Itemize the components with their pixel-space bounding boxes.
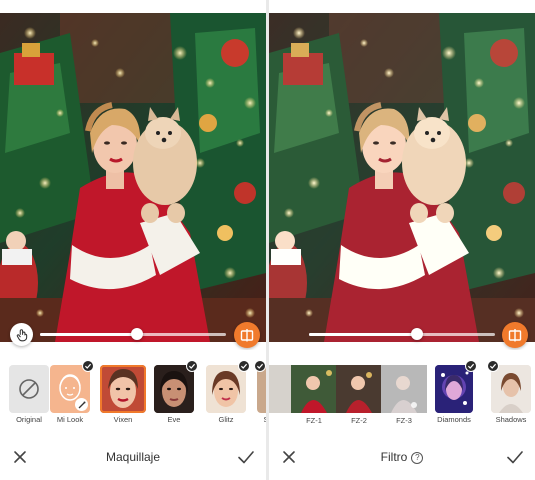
option-label: Shadows <box>495 415 527 424</box>
help-icon[interactable]: ? <box>411 452 424 464</box>
checkmark-badge-icon <box>238 360 250 372</box>
intensity-slider[interactable] <box>309 328 495 340</box>
no-effect-icon <box>19 379 39 399</box>
slider-thumb[interactable] <box>130 328 143 340</box>
diamonds-image <box>435 365 473 413</box>
slider-fill <box>40 333 137 336</box>
filter-options-strip[interactable]: FZ-1 FZ-2 FZ-3 Diamonds Shadows <box>269 350 535 434</box>
fz-group-band <box>269 365 427 413</box>
original-thumb <box>9 365 49 413</box>
eve-thumb <box>154 365 194 413</box>
shadows-thumb <box>491 365 531 413</box>
hand-touch-icon[interactable] <box>10 323 33 346</box>
filter-panel: FZ-1 FZ-2 FZ-3 Diamonds Shadows Filtro ? <box>269 0 535 480</box>
option-eve[interactable]: Eve <box>154 360 198 424</box>
checkmark-icon[interactable] <box>505 447 525 467</box>
photo-preview[interactable] <box>0 13 266 342</box>
photo-preview[interactable] <box>269 13 535 342</box>
bottom-bar: Filtro? <box>269 434 535 480</box>
checkmark-badge-icon <box>465 360 477 372</box>
partial-thumb <box>257 365 266 413</box>
fz-thumbs-image <box>269 365 427 413</box>
checkmark-badge-icon <box>82 360 94 372</box>
diamonds-thumb <box>435 365 473 413</box>
option-label: Diamonds <box>437 415 471 424</box>
panel-title: Maquillaje <box>105 450 161 464</box>
vixen-thumb <box>100 365 146 413</box>
compare-split-icon[interactable] <box>502 322 528 348</box>
checkmark-badge-icon <box>186 360 198 372</box>
option-label: S <box>263 415 266 424</box>
brush-icon <box>75 398 88 411</box>
option-shadows[interactable]: Shadows <box>487 360 531 424</box>
option-partial[interactable]: S <box>254 360 266 424</box>
makeup-options-strip[interactable]: Original Mi Look Vixen Eve Glitz S <box>0 350 266 434</box>
option-original[interactable]: Original <box>9 365 49 424</box>
option-diamonds[interactable]: Diamonds <box>435 360 477 424</box>
slider-fill <box>309 333 417 336</box>
checkmark-badge-icon <box>487 360 499 372</box>
photo-image <box>269 13 535 342</box>
option-mi-look[interactable]: Mi Look <box>50 360 94 424</box>
selected-ring <box>100 365 146 413</box>
glitz-thumb <box>206 365 246 413</box>
makeup-panel: Original Mi Look Vixen Eve Glitz S Maqui… <box>0 0 266 480</box>
checkmark-icon[interactable] <box>236 447 256 467</box>
compare-split-icon[interactable] <box>234 322 260 348</box>
photo-image <box>0 13 266 342</box>
bottom-bar: Maquillaje <box>0 434 266 480</box>
option-vixen[interactable]: Vixen <box>100 365 146 424</box>
compare-screen: Original Mi Look Vixen Eve Glitz S Maqui… <box>0 0 535 480</box>
slider-thumb[interactable] <box>410 328 423 340</box>
panel-title: Filtro <box>380 450 408 464</box>
eve-face-image <box>154 365 194 413</box>
glitz-face-image <box>206 365 246 413</box>
checkmark-badge-icon <box>254 360 266 372</box>
option-glitz[interactable]: Glitz <box>206 360 250 424</box>
shadows-image <box>491 365 531 413</box>
option-label: Mi Look <box>56 415 84 424</box>
mi-look-thumb <box>50 365 90 413</box>
panel-title-group: Filtro? <box>269 434 535 480</box>
option-label: Eve <box>167 415 181 424</box>
intensity-slider[interactable] <box>40 328 226 340</box>
